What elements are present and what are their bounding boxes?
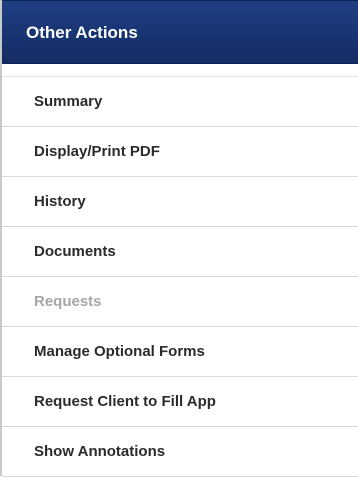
- menu-item-display-print-pdf[interactable]: Display/Print PDF: [2, 127, 358, 177]
- menu-item-request-client-to-fill-app[interactable]: Request Client to Fill App: [2, 377, 358, 427]
- menu-item-history[interactable]: History: [2, 177, 358, 227]
- actions-menu: Summary Display/Print PDF History Docume…: [2, 77, 358, 477]
- menu-item-documents[interactable]: Documents: [2, 227, 358, 277]
- panel-title: Other Actions: [2, 0, 358, 64]
- other-actions-panel: Other Actions Summary Display/Print PDF …: [0, 0, 358, 477]
- menu-item-requests: Requests: [2, 277, 358, 327]
- menu-item-summary[interactable]: Summary: [2, 77, 358, 127]
- menu-item-show-annotations[interactable]: Show Annotations: [2, 427, 358, 477]
- header-spacer: [2, 64, 358, 77]
- menu-item-manage-optional-forms[interactable]: Manage Optional Forms: [2, 327, 358, 377]
